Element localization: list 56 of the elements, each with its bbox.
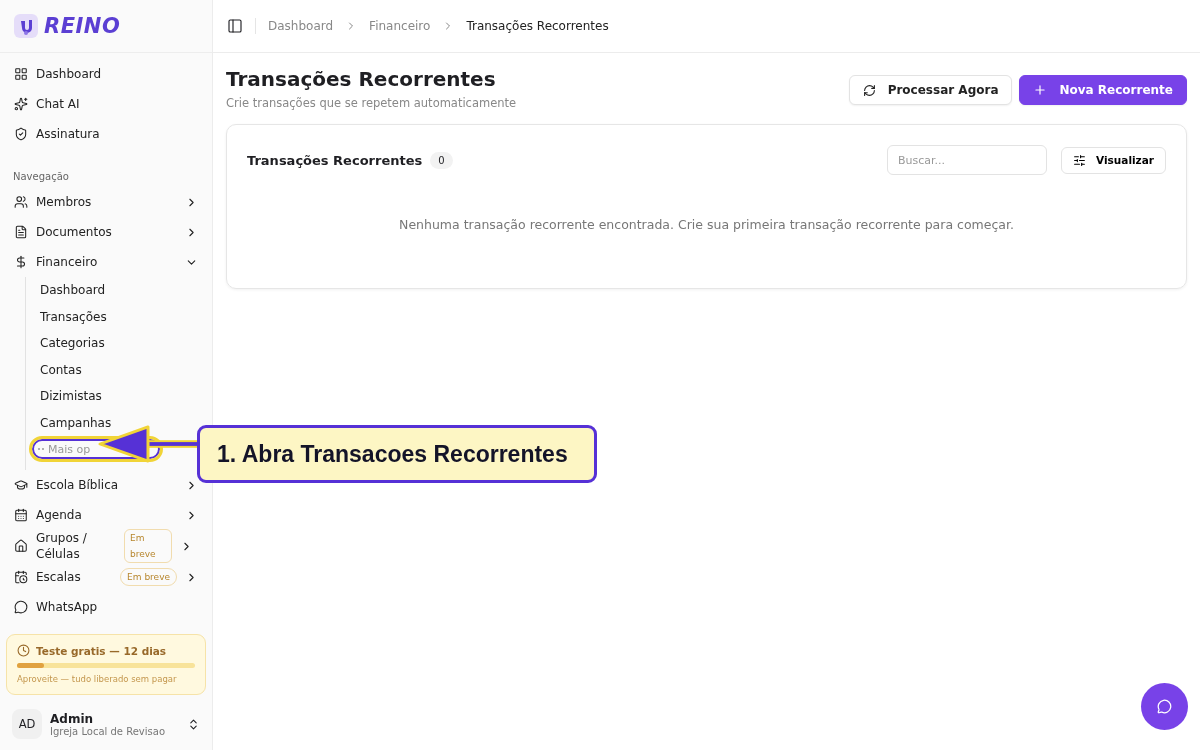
search-field[interactable]: Buscar... — [887, 145, 1048, 175]
user-avatar: AD — [12, 709, 42, 739]
nav-item[interactable]: Financeiro — [6, 247, 206, 277]
user-org: Igreja Local de Revisao — [50, 725, 166, 737]
soon-badge: Em breve — [124, 529, 172, 563]
plus-icon — [1033, 83, 1048, 97]
trial-title: Teste gratis — 12 dias — [36, 644, 167, 657]
logo-icon — [14, 14, 38, 38]
section-label: Navegação — [12, 170, 70, 184]
refresh-icon — [862, 83, 876, 97]
subnav-item[interactable]: Dizimistas — [34, 383, 206, 410]
process-button[interactable]: Processar Agora — [848, 75, 1013, 105]
nav-item[interactable]: Documentos — [6, 217, 206, 247]
nav-icon — [14, 195, 28, 209]
nav-item[interactable]: WhatsApp — [6, 592, 206, 622]
chat-button[interactable] — [1141, 683, 1188, 730]
page-subtitle: Crie transações que se repetem automaticamente — [226, 96, 517, 110]
subnav-item[interactable]: Transações — [34, 303, 206, 330]
nav-icon — [14, 478, 28, 492]
nav-icon — [14, 508, 28, 522]
clock-icon — [17, 644, 30, 657]
nav-item[interactable]: Chat AI — [6, 89, 206, 119]
subnav-item[interactable]: Categorias — [34, 330, 206, 357]
trial-note: Aproveite — tudo liberado sem pagar — [17, 674, 178, 684]
annotation-callout: 1. Abra Transacoes Recorrentes — [197, 425, 597, 483]
nav-icon — [14, 570, 28, 584]
nav-icon — [14, 67, 28, 81]
nav-item[interactable]: Dashboard — [6, 59, 206, 89]
nav-icon — [14, 255, 28, 269]
subnav-item[interactable]: Dashboard — [34, 277, 206, 304]
page-title: Transações Recorrentes — [226, 67, 497, 91]
card-title: Transações Recorrentes — [247, 152, 423, 168]
brand-name: REINO — [44, 14, 121, 38]
nav-item[interactable]: Agenda — [6, 500, 206, 530]
empty-message: Nenhuma transação recorrente encontrada. Crie sua primeira transação recorrente para começar. — [398, 217, 1015, 232]
breadcrumb-item: Transações Recorrentes — [466, 19, 609, 33]
sliders-icon — [1073, 153, 1087, 167]
sidebar-toggle-icon[interactable] — [227, 18, 243, 34]
nav-icon — [14, 539, 28, 553]
breadcrumb-item[interactable]: Financeiro — [369, 19, 431, 33]
nav-icon — [14, 225, 28, 239]
breadcrumb-item[interactable]: Dashboard — [268, 19, 334, 33]
nav-icon — [14, 127, 28, 141]
nav-item[interactable]: Grupos / Células Em breve — [6, 530, 206, 562]
nav-item[interactable]: Assinatura — [6, 119, 206, 149]
count-badge: 0 — [430, 151, 453, 169]
chat-icon — [1157, 699, 1172, 714]
new-button[interactable]: Nova Recorrente — [1019, 75, 1187, 105]
user-name: Admin — [50, 711, 95, 726]
nav-item[interactable]: Escalas Em breve — [6, 562, 206, 592]
view-button[interactable]: Visualizar — [1061, 146, 1166, 174]
nav-icon — [14, 97, 28, 111]
nav-item[interactable]: Membros — [6, 187, 206, 217]
expand-icon[interactable] — [187, 717, 200, 731]
nav-icon — [14, 600, 28, 614]
subnav-item[interactable]: Contas — [34, 356, 206, 383]
